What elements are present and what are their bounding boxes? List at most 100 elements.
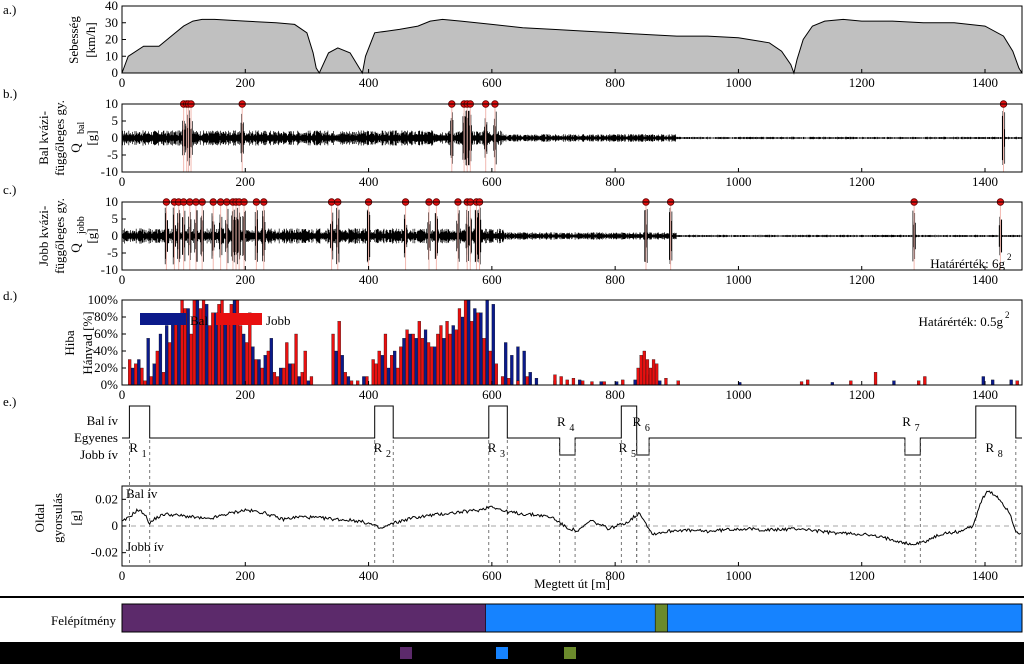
legend-bal-label: Bal [190, 313, 208, 328]
y-tick-label: 80% [94, 309, 118, 324]
error-bar-jobb [238, 325, 243, 386]
error-bar-bal [251, 346, 255, 386]
error-bar-bal [288, 363, 292, 386]
curve-label-sub: 7 [915, 423, 920, 434]
error-bar-jobb [208, 325, 212, 386]
curve-label: R [985, 440, 994, 455]
alignment-label-egyenes: Egyenes [74, 430, 118, 445]
error-bar-jobb [488, 350, 492, 386]
x-tick-label: 1200 [849, 75, 875, 90]
error-bar-bal [223, 316, 227, 386]
error-bar-jobb [235, 299, 240, 386]
x-tick-label: 1200 [849, 174, 875, 189]
error-bar-jobb [581, 380, 585, 386]
x-tick-label: 600 [482, 568, 502, 583]
x-tick-label: 800 [605, 387, 625, 402]
error-bar-bal [504, 342, 508, 386]
y-tick-label: 20 [105, 32, 118, 47]
error-bar-jobb [448, 333, 452, 386]
speed-panel: a.) Sebesség [km/h] 010203040 0 200 400 600… [3, 0, 1023, 90]
lateral-panel: Oldal gyorsulás [g] -0.0200.02 0 200 400 60… [32, 485, 1023, 591]
error-bar-bal [232, 299, 237, 386]
error-bar-jobb [923, 376, 927, 386]
speed-area-path [121, 18, 1023, 75]
error-bar-bal [402, 338, 406, 386]
lateral-signal [121, 490, 1022, 546]
error-bar-bal [263, 355, 267, 386]
structure-legend-swatch [400, 647, 412, 659]
error-bar-jobb [602, 381, 606, 386]
error-bar-jobb [571, 378, 576, 386]
error-bar-jobb [294, 333, 298, 386]
error-bar-bal [146, 338, 150, 386]
left-vertical-panel: b.) Bal kvázi- függőleges gy. Q bal [g] … [3, 86, 1023, 189]
curve-label-sub: 1 [142, 449, 147, 460]
x-tick-label: 200 [236, 75, 256, 90]
error-bar-jobb [849, 380, 853, 386]
error-bar-bal [137, 359, 141, 386]
error-bar-jobb [1015, 380, 1019, 386]
y-tick-label: 0% [101, 377, 119, 392]
error-bar-jobb [396, 367, 400, 386]
x-tick-label: 1400 [972, 568, 998, 583]
error-bar-jobb [457, 308, 462, 386]
structure-legend-swatch [564, 647, 576, 659]
error-bar-jobb [799, 381, 804, 386]
legend-strip [0, 642, 1024, 664]
error-bar-jobb [254, 359, 258, 386]
right-xticks: 0 200 400 600 800 1000 1200 1400 [119, 266, 998, 287]
error-rate-panel: d.) Hiba Hányad [%] 0% 20% 40% 60% 80% 100% 0… [3, 288, 1023, 402]
y-tick-label: 60% [94, 326, 118, 341]
x-tick-label: 400 [359, 75, 379, 90]
y-tick-label: -10 [101, 262, 118, 277]
error-bar-jobb [621, 379, 625, 386]
error-bar-bal [599, 381, 603, 386]
error-bar-jobb [356, 380, 360, 386]
lateral-text-jobb: Jobb ív [126, 539, 164, 554]
error-bar-jobb [180, 299, 184, 386]
lateral-ylabel-2: gyorsulás [50, 493, 65, 543]
left-ylabel-1: Bal kvázi- [36, 111, 51, 165]
error-threshold-sup: 2 [1005, 310, 1010, 320]
x-tick-label: 600 [482, 75, 502, 90]
error-bar-jobb [463, 299, 468, 386]
error-bar-jobb [639, 355, 643, 386]
curve-label-sub: 5 [631, 449, 636, 460]
y-tick-label: -10 [101, 164, 118, 179]
curve-label: R [902, 414, 911, 429]
error-bar-jobb [642, 350, 646, 386]
error-bar-jobb [565, 379, 569, 386]
curve-label: R [619, 440, 628, 455]
error-bar-bal [297, 376, 301, 386]
x-tick-label: 800 [605, 174, 625, 189]
alignment-label-jobb: Jobb ív [80, 447, 118, 462]
error-bar-jobb [331, 333, 335, 386]
left-ylabel-q: Q [68, 143, 83, 153]
error-bar-bal [423, 329, 428, 386]
curve-label-sub: 4 [569, 423, 574, 434]
x-tick-label: 1400 [972, 387, 998, 402]
x-tick-label: 800 [605, 75, 625, 90]
error-bar-jobb [494, 363, 498, 386]
x-tick-label: 1000 [725, 174, 751, 189]
lateral-ylabel-1: Oldal [32, 503, 47, 532]
x-tick-label: 1200 [849, 387, 875, 402]
speed-ylabel-2: [km/h] [83, 22, 98, 57]
error-bar-bal [451, 325, 455, 386]
x-tick-label: 0 [119, 174, 126, 189]
right-threshold-annotation: Határérték: 6g [930, 256, 1005, 271]
right-ylabel-2: függőleges gy. [52, 198, 67, 274]
right-vertical-panel: c.) Jobb kvázi- függőleges gy. Q jobb [g… [3, 182, 1023, 287]
lateral-yticks: -0.02 0 0.02 [91, 491, 126, 560]
error-bar-jobb [374, 363, 378, 386]
x-tick-label: 400 [359, 272, 379, 287]
y-tick-label: 10 [105, 194, 118, 209]
curve-label-sub: 8 [998, 449, 1003, 460]
x-tick-label: 1200 [849, 272, 875, 287]
error-threshold-annotation: Határérték: 0.5g [919, 314, 1004, 329]
error-bar-jobb [651, 359, 656, 386]
error-bar-bal [658, 380, 662, 386]
error-bar-bal [510, 355, 514, 386]
error-ylabel-2: Hányad [%] [80, 311, 95, 374]
error-bar-jobb [470, 321, 474, 386]
